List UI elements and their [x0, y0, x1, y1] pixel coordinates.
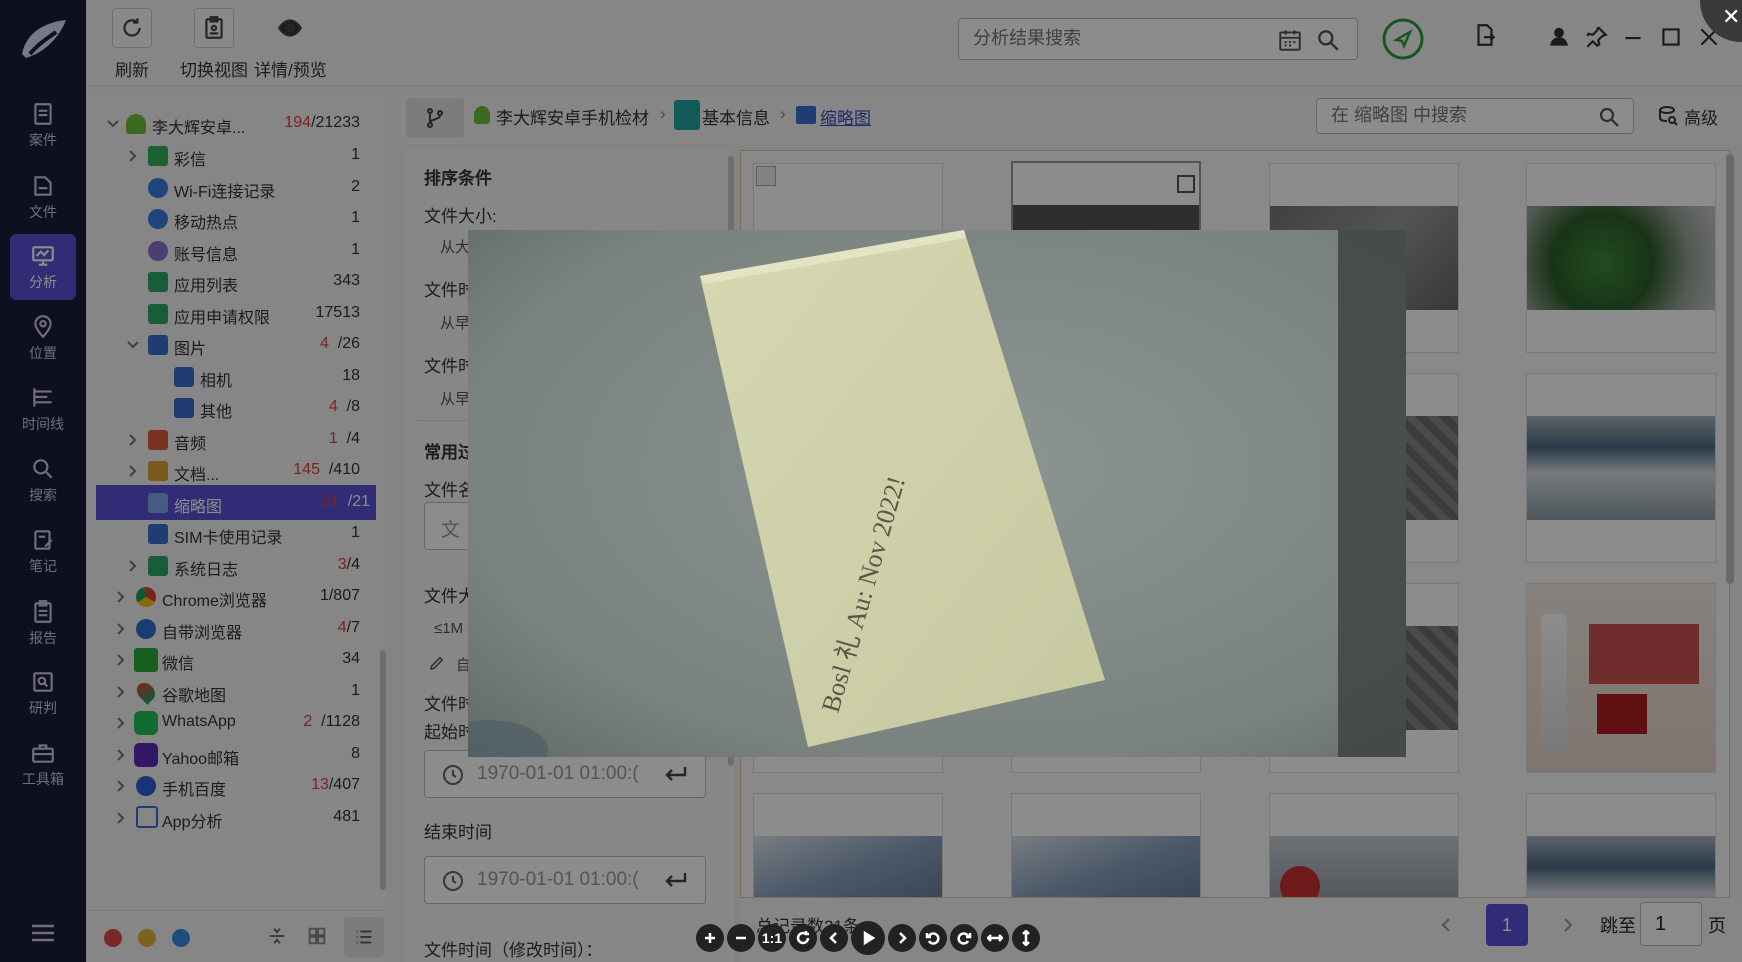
- prev-image-button[interactable]: [820, 924, 848, 952]
- next-image-button[interactable]: [888, 924, 916, 952]
- refresh-icon: [796, 931, 810, 945]
- play-icon: [863, 930, 876, 946]
- image-preview: Bosl 礼 Au: Nov 2022!: [468, 230, 1406, 757]
- flip-horizontal-button[interactable]: [981, 924, 1009, 952]
- minus-icon: [736, 936, 746, 940]
- zoom-in-button[interactable]: [696, 924, 724, 952]
- rotate-right-icon: [957, 932, 972, 945]
- plus-icon: [705, 933, 715, 943]
- chevron-right-icon: [899, 932, 907, 944]
- flip-vertical-button[interactable]: [1012, 924, 1040, 952]
- play-button[interactable]: [851, 921, 885, 955]
- flip-horizontal-icon: [987, 934, 1003, 942]
- zoom-out-button[interactable]: [727, 924, 755, 952]
- viewer-toolbar: 1:1: [696, 921, 1040, 958]
- rotate-left-icon: [925, 932, 940, 945]
- close-icon: ✕: [1722, 4, 1741, 29]
- chevron-left-icon: [829, 932, 837, 944]
- flip-vertical-icon: [1022, 930, 1030, 946]
- preview-photo: Bosl 礼 Au: Nov 2022!: [468, 230, 1406, 757]
- rotate-left-button[interactable]: [919, 924, 947, 952]
- actual-size-label: 1:1: [761, 930, 783, 946]
- actual-size-button[interactable]: 1:1: [758, 924, 786, 952]
- reset-button[interactable]: [789, 924, 817, 952]
- rotate-right-button[interactable]: [950, 924, 978, 952]
